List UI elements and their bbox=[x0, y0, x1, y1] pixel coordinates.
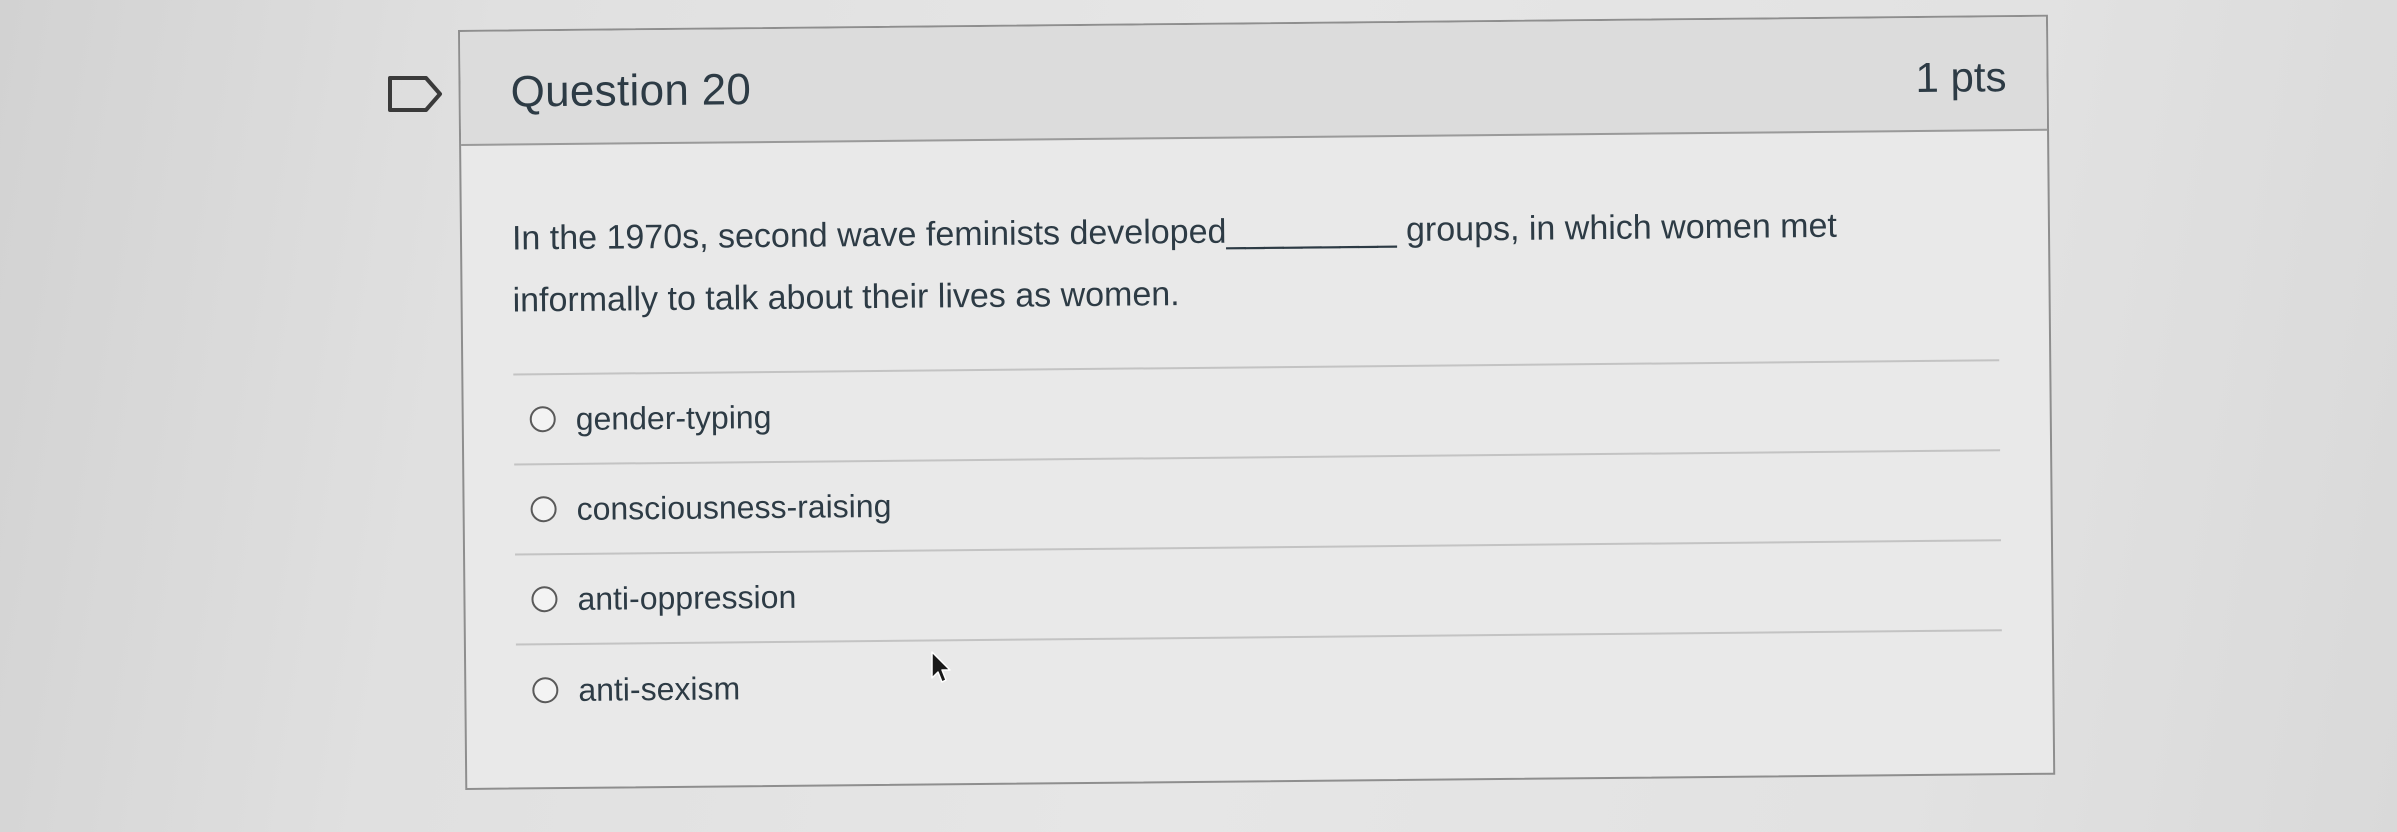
answer-label: gender-typing bbox=[575, 398, 772, 437]
answer-option-anti-sexism[interactable]: anti-sexism bbox=[516, 631, 2003, 735]
question-text: In the 1970s, second wave feminists deve… bbox=[511, 206, 1838, 320]
question-title: Question 20 bbox=[510, 65, 752, 117]
radio-button[interactable] bbox=[532, 677, 559, 704]
question-points: 1 pts bbox=[1915, 53, 2007, 102]
flag-question-icon[interactable] bbox=[386, 72, 446, 116]
answer-option-anti-oppression[interactable]: anti-oppression bbox=[515, 541, 2002, 646]
answer-list: gender-typing consciousness-raising anti… bbox=[513, 359, 2003, 736]
question-card: Question 20 1 pts In the 1970s, second w… bbox=[458, 14, 2056, 790]
mouse-pointer-icon bbox=[931, 651, 951, 683]
answer-label: consciousness-raising bbox=[576, 487, 892, 527]
answer-label: anti-sexism bbox=[578, 669, 741, 708]
answer-label: anti-oppression bbox=[577, 578, 797, 617]
radio-button[interactable] bbox=[530, 496, 557, 523]
screen: Question 20 1 pts In the 1970s, second w… bbox=[0, 0, 2397, 832]
radio-button[interactable] bbox=[529, 406, 556, 433]
question-body: In the 1970s, second wave feminists deve… bbox=[461, 131, 2053, 736]
radio-button[interactable] bbox=[531, 586, 558, 613]
question-header: Question 20 1 pts bbox=[460, 16, 2048, 146]
answer-option-consciousness-raising[interactable]: consciousness-raising bbox=[514, 451, 2001, 556]
answer-option-gender-typing[interactable]: gender-typing bbox=[513, 361, 2001, 466]
